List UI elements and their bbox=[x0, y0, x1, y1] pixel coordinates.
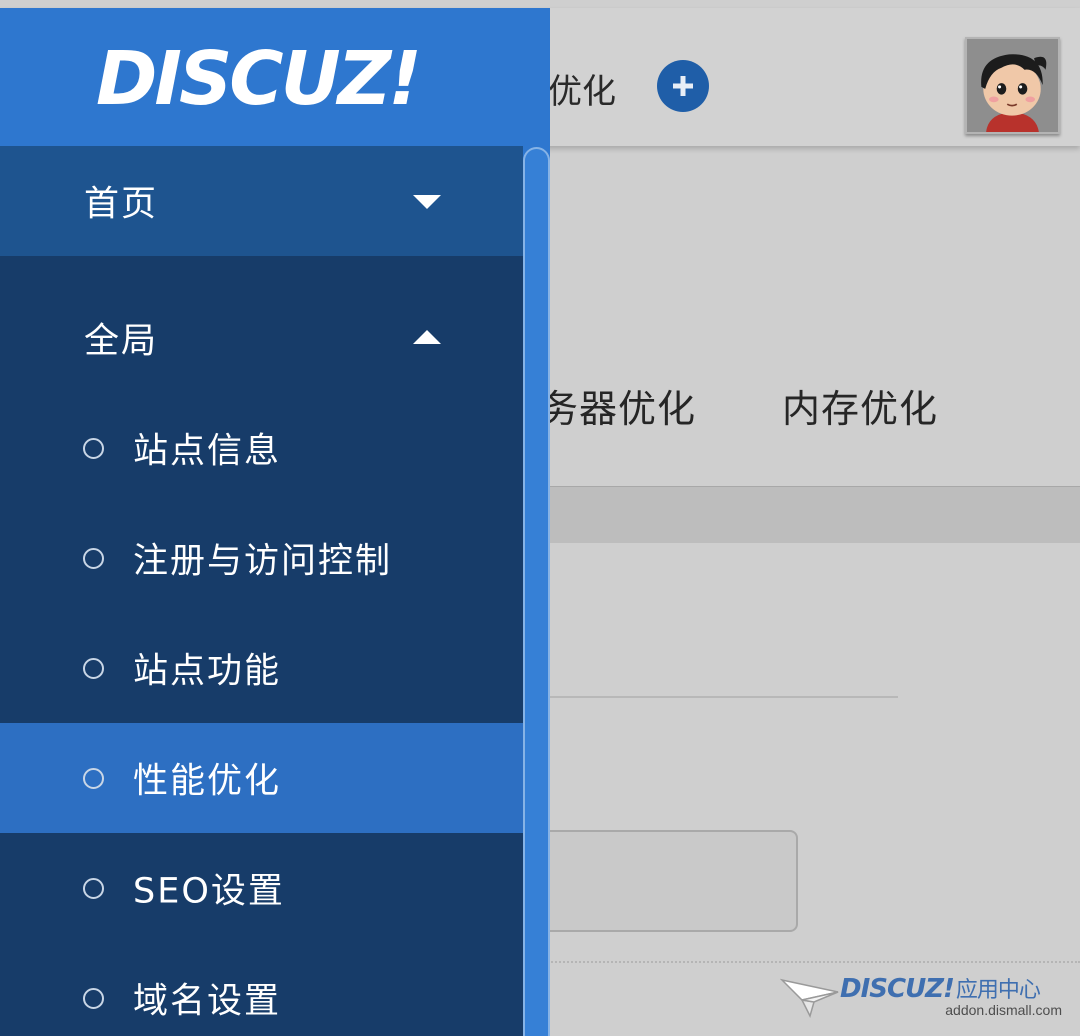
menu-group-home[interactable]: 首页 bbox=[0, 146, 523, 256]
menu-group-label: 全局 bbox=[84, 321, 159, 362]
menu-group-global[interactable]: 全局 bbox=[0, 283, 523, 393]
avatar[interactable] bbox=[965, 37, 1060, 134]
navigation-drawer: DISCUZ! 首页 全局 站点信息 注册与访问控制 站点功能 性能优化 SEO… bbox=[0, 8, 550, 1036]
menu-item-label: 注册与访问控制 bbox=[133, 541, 393, 582]
menu-item-label: 站点功能 bbox=[133, 651, 282, 692]
circle-bullet-icon bbox=[83, 988, 104, 1009]
field-underline bbox=[548, 696, 898, 698]
menu-item-registration-access[interactable]: 注册与访问控制 bbox=[0, 503, 523, 613]
discuz-logo: DISCUZ! bbox=[96, 36, 422, 122]
circle-bullet-icon bbox=[83, 878, 104, 899]
circle-bullet-icon bbox=[83, 438, 104, 459]
menu-item-performance[interactable]: 性能优化 bbox=[0, 723, 523, 833]
page-title: 优化 bbox=[548, 72, 616, 112]
menu-item-label: SEO设置 bbox=[133, 871, 285, 912]
menu-item-label: 站点信息 bbox=[133, 431, 282, 472]
menu-item-label: 性能优化 bbox=[133, 761, 282, 802]
add-button[interactable] bbox=[657, 60, 709, 112]
tab-server-optimization[interactable]: 务器优化 bbox=[540, 378, 696, 433]
dotted-divider bbox=[548, 961, 1080, 963]
circle-bullet-icon bbox=[83, 548, 104, 569]
circle-bullet-icon bbox=[83, 768, 104, 789]
menu-item-site-features[interactable]: 站点功能 bbox=[0, 613, 523, 723]
text-input-box[interactable] bbox=[540, 830, 798, 932]
watermark-url: addon.dismall.com bbox=[945, 1002, 1062, 1018]
menu-group-label: 首页 bbox=[84, 184, 159, 225]
watermark: DISCUZ!应用中心 addon.dismall.com bbox=[780, 970, 1070, 1030]
tab-memory-optimization[interactable]: 内存优化 bbox=[782, 378, 938, 433]
menu-item-site-info[interactable]: 站点信息 bbox=[0, 393, 523, 503]
menu-item-seo[interactable]: SEO设置 bbox=[0, 833, 523, 943]
drawer-menu: 首页 全局 站点信息 注册与访问控制 站点功能 性能优化 SEO设置 域名设置 bbox=[0, 146, 523, 1036]
watermark-logo: DISCUZ!应用中心 bbox=[840, 974, 1041, 1004]
chevron-up-icon bbox=[413, 330, 441, 344]
circle-bullet-icon bbox=[83, 658, 104, 679]
section-header-band bbox=[548, 487, 1080, 543]
chevron-down-icon bbox=[413, 195, 441, 209]
paper-plane-icon bbox=[780, 978, 839, 1018]
drawer-scrollbar[interactable] bbox=[523, 147, 550, 1036]
menu-item-label: 域名设置 bbox=[133, 981, 282, 1022]
avatar-cartoon-icon bbox=[967, 39, 1058, 132]
plus-circle-icon bbox=[673, 76, 693, 96]
menu-item-domain[interactable]: 域名设置 bbox=[0, 943, 523, 1036]
drawer-header: DISCUZ! bbox=[0, 8, 550, 146]
